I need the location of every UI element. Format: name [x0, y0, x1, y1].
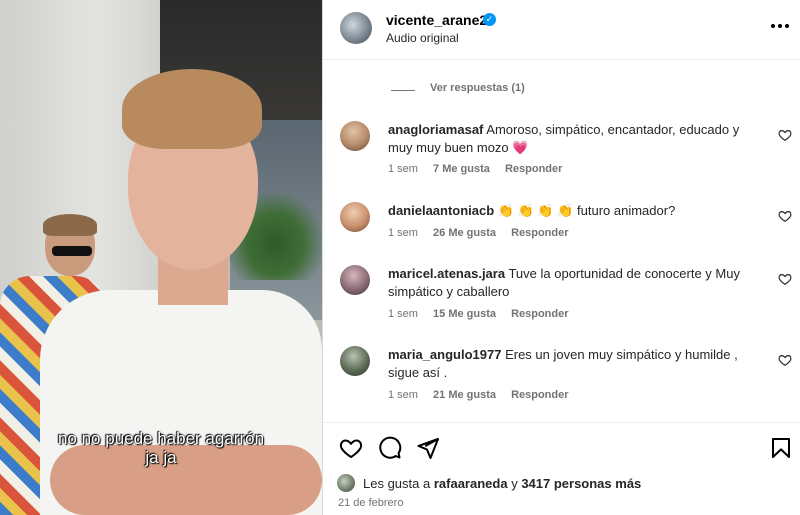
like-comment-heart-icon[interactable] [778, 272, 792, 286]
more-options-button[interactable] [769, 16, 791, 36]
author-avatar[interactable] [340, 12, 372, 44]
comment-text: danielaantoniacb 👏 👏 👏 👏 futuro animador… [388, 202, 758, 220]
comment-time[interactable]: 1 sem [388, 308, 418, 320]
commenter-avatar[interactable] [340, 265, 370, 295]
comment-bubble-icon[interactable] [378, 436, 402, 460]
share-paper-plane-icon[interactable] [416, 436, 440, 460]
comment-meta: 1 sem 26 Me gusta Responder [388, 227, 581, 239]
video-subtitle-line-1: no no puede haber agarrón [57, 429, 265, 448]
commenter-username[interactable]: maria_angulo1977 [388, 347, 501, 362]
commenter-username[interactable]: danielaantoniacb [388, 203, 494, 218]
comment-likes[interactable]: 7 Me gusta [433, 163, 490, 175]
replies-divider [391, 90, 415, 91]
likes-others-link[interactable]: 3417 personas más [521, 476, 641, 491]
like-heart-icon[interactable] [339, 436, 363, 460]
comment-meta: 1 sem 15 Me gusta Responder [388, 308, 581, 320]
comment-body: 👏 👏 👏 👏 futuro animador? [497, 203, 676, 218]
commenter-username[interactable]: anagloriamasaf [388, 122, 483, 137]
comment-time[interactable]: 1 sem [388, 389, 418, 401]
comment-text: anagloriamasaf Amoroso, simpático, encan… [388, 121, 758, 157]
verified-badge-icon: ✓ [483, 13, 496, 26]
comment-time[interactable]: 1 sem [388, 227, 418, 239]
video-subtitle-line-2: ja ja [145, 448, 177, 467]
action-bar [323, 422, 800, 472]
reply-button[interactable]: Responder [511, 389, 568, 401]
reel-video[interactable]: no no puede haber agarrón ja ja [0, 0, 322, 515]
comment-text: maricel.atenas.jara Tuve la oportunidad … [388, 265, 758, 301]
comment-likes[interactable]: 21 Me gusta [433, 389, 496, 401]
commenter-username[interactable]: maricel.atenas.jara [388, 266, 505, 281]
like-comment-heart-icon[interactable] [778, 209, 792, 223]
commenter-avatar[interactable] [340, 346, 370, 376]
likes-prefix: Les gusta a [363, 476, 431, 491]
likes-text: Les gusta a rafaaraneda y 3417 personas … [363, 476, 641, 491]
reply-button[interactable]: Responder [511, 308, 568, 320]
comments-panel: vicente_arane2 ✓ Audio original Ver resp… [322, 0, 800, 515]
comment-meta: 1 sem 7 Me gusta Responder [388, 163, 574, 175]
comment-likes[interactable]: 15 Me gusta [433, 308, 496, 320]
liker-username[interactable]: rafaaraneda [434, 476, 508, 491]
audio-label[interactable]: Audio original [386, 31, 459, 45]
like-comment-heart-icon[interactable] [778, 353, 792, 367]
commenter-avatar[interactable] [340, 202, 370, 232]
more-horizontal-icon [771, 24, 789, 28]
save-bookmark-icon[interactable] [769, 436, 793, 460]
reply-button[interactable]: Responder [511, 227, 568, 239]
view-replies-label[interactable]: Ver respuestas (1) [430, 82, 525, 94]
reply-button[interactable]: Responder [505, 163, 562, 175]
comment-meta: 1 sem 21 Me gusta Responder [388, 389, 581, 401]
post-date[interactable]: 21 de febrero [338, 497, 403, 509]
comment-time[interactable]: 1 sem [388, 163, 418, 175]
likes-middle: y [511, 476, 518, 491]
like-comment-heart-icon[interactable] [778, 128, 792, 142]
comment-likes[interactable]: 26 Me gusta [433, 227, 496, 239]
comment-text: maria_angulo1977 Eres un joven muy simpá… [388, 346, 758, 382]
liker-avatar[interactable] [337, 474, 355, 492]
post-header: vicente_arane2 ✓ Audio original [323, 0, 800, 60]
commenter-avatar[interactable] [340, 121, 370, 151]
author-username[interactable]: vicente_arane2 [386, 12, 487, 28]
